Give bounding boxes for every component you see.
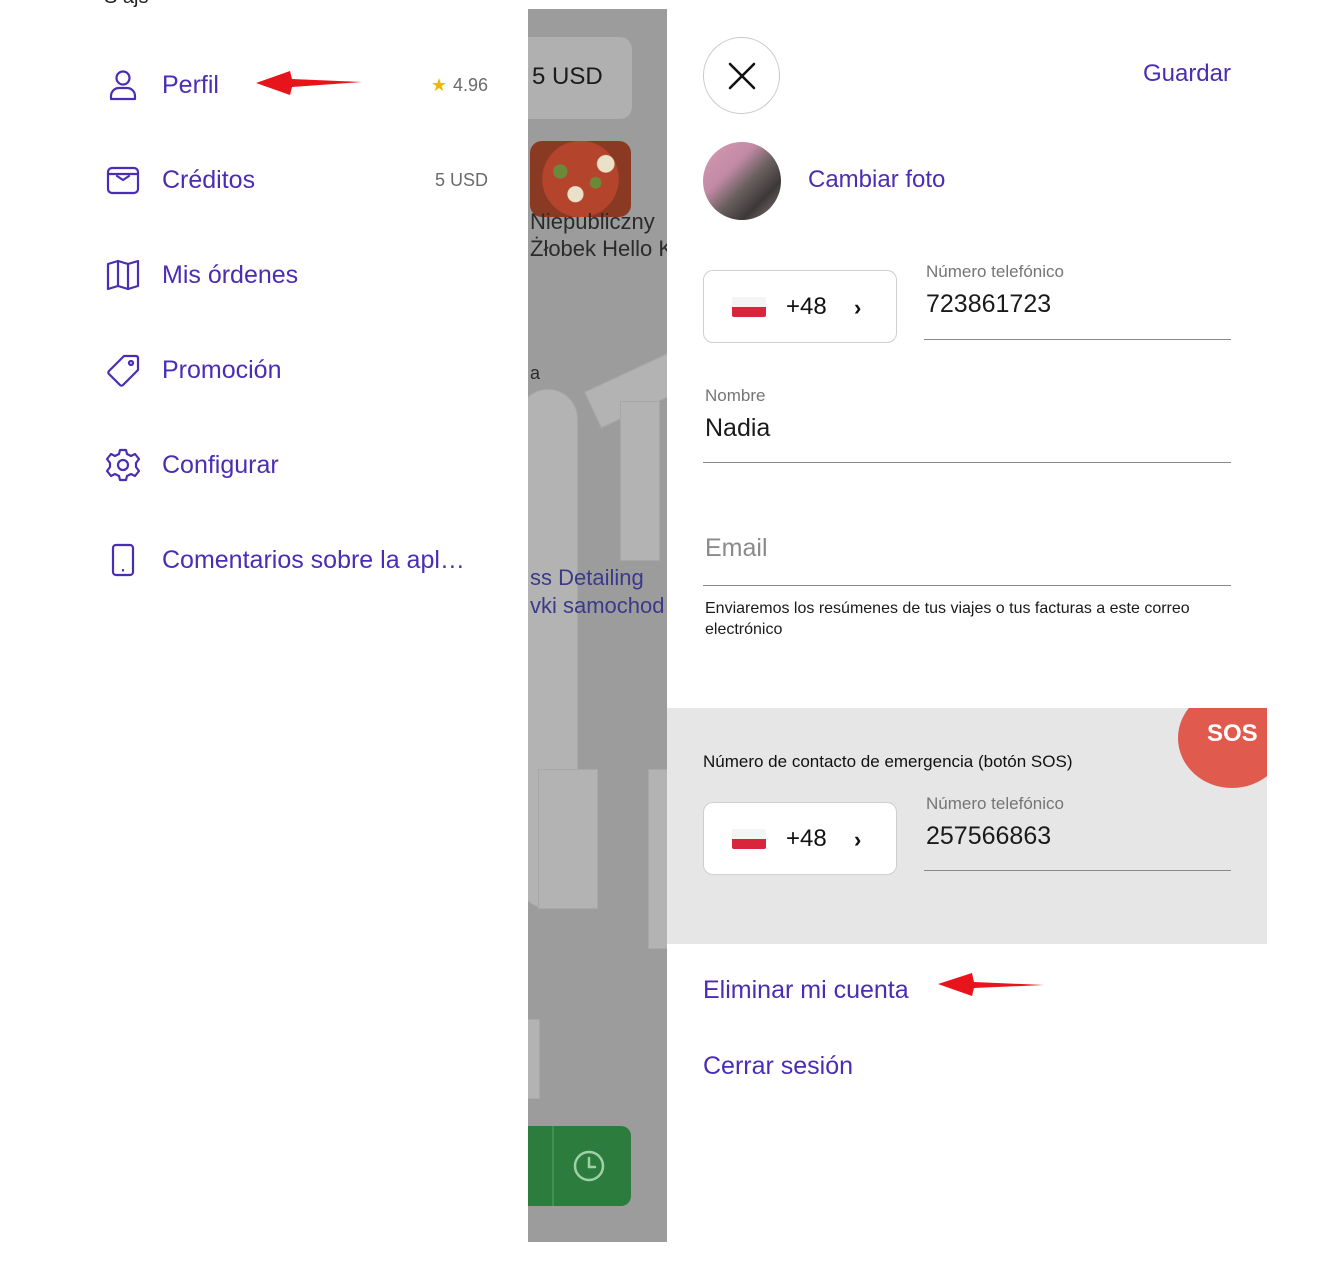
menu-item-label: Mis órdenes [162,260,299,289]
star-icon: ★ [430,74,447,95]
wallet-icon [104,161,142,199]
navigation-drawer: Ś ajś Perfil ★ 4.96 Créditos 5 USD Mis ó… [0,0,528,1262]
map-business-label: ss Detailing [530,565,644,590]
balance-text: 5 USD [532,63,603,90]
phone-field-value: 723861723 [926,290,1052,318]
email-field[interactable]: Email [703,520,1231,586]
menu-item-mis-ordenes[interactable]: Mis órdenes [104,251,494,299]
menu-item-label: Perfil [162,70,219,99]
emergency-phone-label: Número telefónico [926,794,1064,813]
map-business-label: vki samochod [530,593,665,618]
close-icon [728,62,755,89]
email-helper-text: Enviaremos los resúmenes de tus viajes o… [705,600,1190,638]
tag-icon [104,351,142,389]
country-code: +48 [786,293,827,320]
email-field-placeholder: Email [705,534,768,562]
emergency-phone-value: 257566863 [926,822,1052,850]
poland-flag-icon [732,297,766,317]
name-field-value: Nadia [705,414,771,442]
logout-link[interactable]: Cerrar sesión [703,1052,853,1081]
chevron-right-icon: › [854,295,862,320]
food-image [530,141,631,217]
country-code-selector[interactable]: +48 › [703,270,897,343]
menu-item-promocion[interactable]: Promoción [104,346,494,394]
chevron-right-icon: › [854,827,862,852]
menu-item-label: Créditos [162,165,256,194]
phone-field-label: Número telefónico [926,262,1064,281]
menu-item-configurar[interactable]: Configurar [104,441,494,489]
menu-item-comentarios[interactable]: Comentarios sobre la apl… [104,536,494,584]
rating-badge: ★ 4.96 [431,75,494,96]
sos-button[interactable]: SOS [1178,708,1267,788]
cropped-header-text: Ś ajś [104,0,148,9]
sos-label: SOS [1207,720,1258,747]
phone-icon [104,541,142,579]
menu-item-label: Configurar [162,450,279,479]
user-icon [104,66,142,104]
name-field[interactable]: Nombre Nadia [703,384,1231,463]
annotation-arrow-icon [256,71,362,95]
emergency-title: Número de contacto de emergencia (botón … [703,752,1073,771]
gear-icon [104,446,142,484]
schedule-button[interactable] [528,1126,631,1206]
avatar[interactable] [703,142,781,220]
name-field-label: Nombre [705,386,766,405]
map-street-label: a [530,363,541,383]
rating-value: 4.96 [452,74,488,95]
change-photo-button[interactable]: Cambiar foto [808,166,945,194]
delete-account-link[interactable]: Eliminar mi cuenta [703,976,909,1005]
poland-flag-icon [732,829,766,849]
emergency-phone-field[interactable]: Número telefónico 257566863 [924,792,1231,871]
profile-panel: Guardar Cambiar foto +48 › Número telefó… [667,0,1267,1262]
country-code: +48 [786,825,827,852]
map-place-label: Żłobek Hello K [530,236,667,261]
menu-item-label: Comentarios sobre la apl… [162,545,465,574]
phone-field[interactable]: Número telefónico 723861723 [924,260,1231,340]
save-button[interactable]: Guardar [1143,60,1231,88]
emergency-country-code-selector[interactable]: +48 › [703,802,897,875]
book-icon [104,256,142,294]
menu-item-label: Promoción [162,355,282,384]
close-button[interactable] [703,37,780,114]
emergency-contact-section: Número de contacto de emergencia (botón … [667,708,1267,944]
map-place-label: Niepubliczny [530,209,655,234]
clock-icon [573,1150,605,1182]
annotation-arrow-icon [938,973,1044,996]
map-background: 5 USD Niepubliczny Żłobek Hello K a ss D… [528,9,667,1242]
menu-item-creditos[interactable]: Créditos 5 USD [104,156,494,204]
credits-value: 5 USD [434,169,488,190]
